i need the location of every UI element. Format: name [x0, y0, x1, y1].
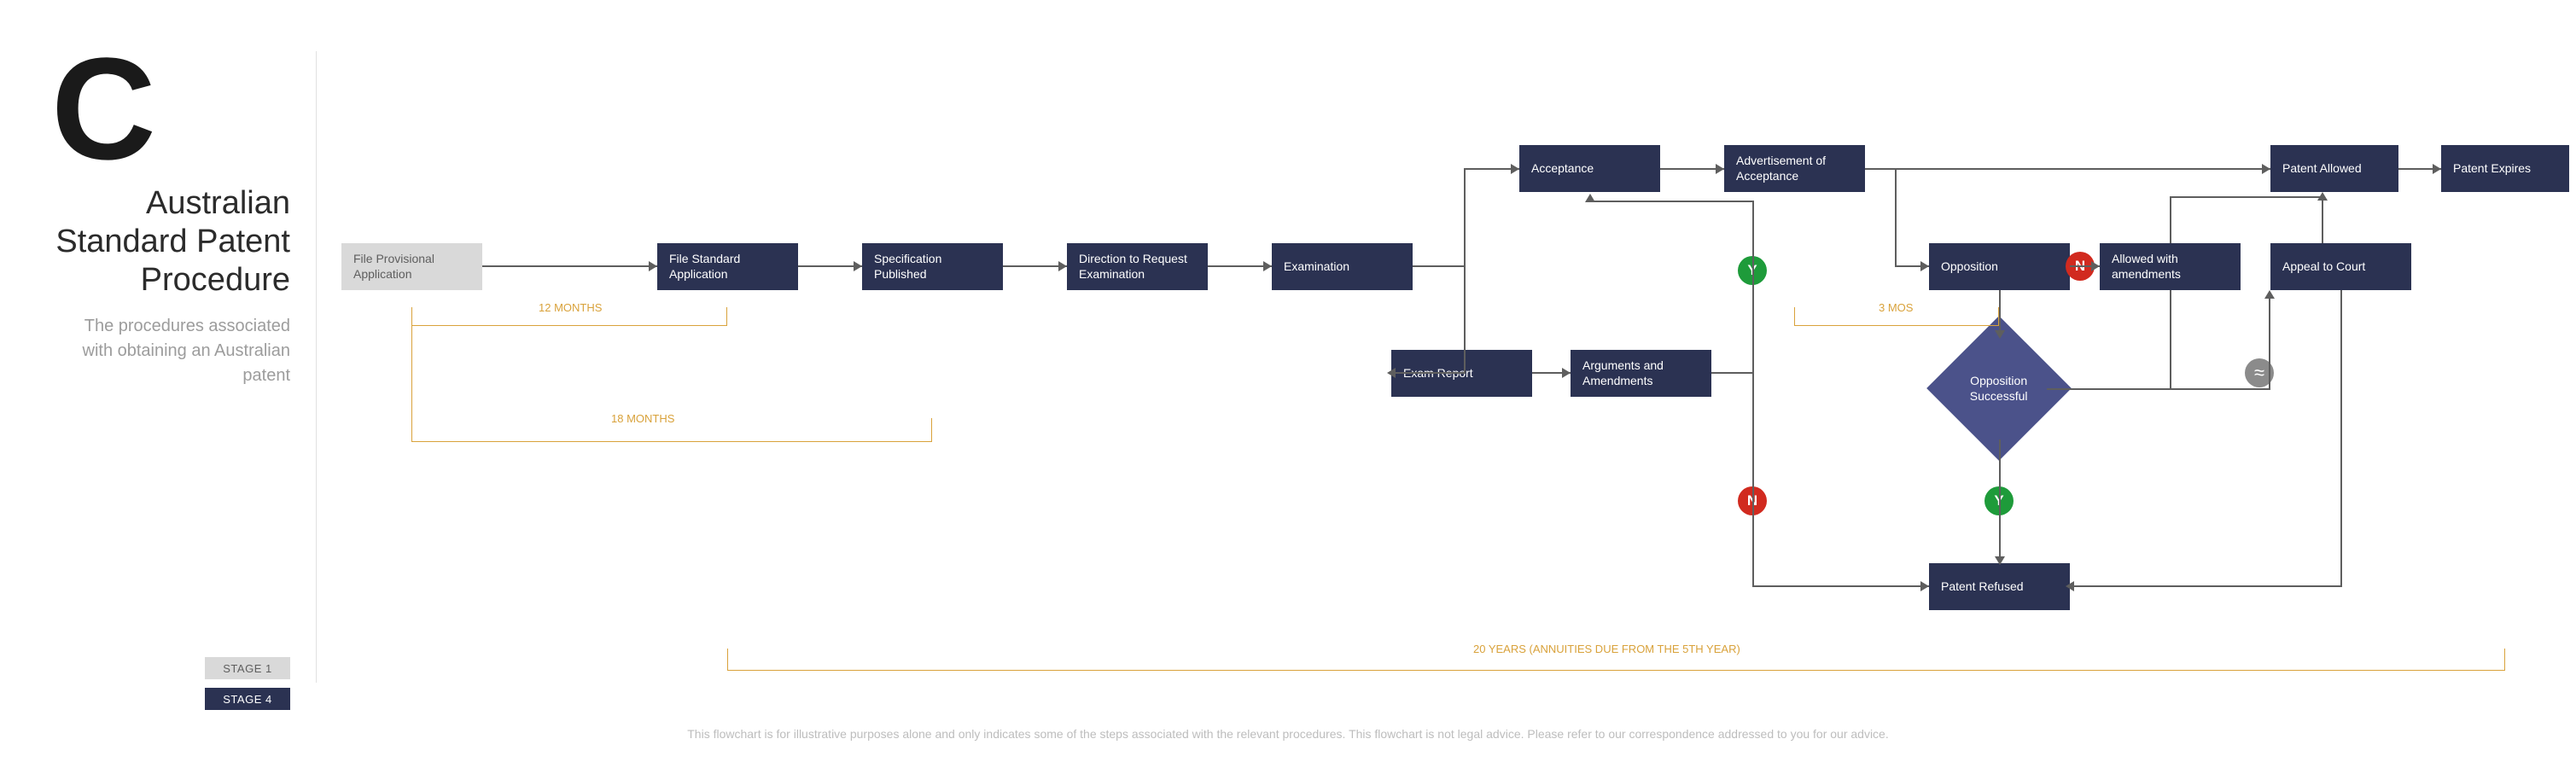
legend: STAGE 1 STAGE 4 [205, 657, 290, 719]
node-spec-published: Specification Published [862, 243, 1003, 290]
arrow [1058, 261, 1067, 271]
side-divider [316, 51, 317, 683]
conn [1391, 372, 1464, 374]
bracket-18m-label: 18 MONTHS [606, 412, 679, 425]
page-subtitle: The procedures associated with obtaining… [51, 314, 290, 388]
node-file-provisional: File Provisional Application [341, 243, 482, 290]
arrow [1562, 368, 1571, 378]
conn [2322, 196, 2323, 243]
conn [1589, 201, 1752, 202]
node-file-standard: File Standard Application [657, 243, 798, 290]
conn [2170, 196, 2322, 198]
bracket-3m-label: 3 MOS [1874, 301, 1918, 314]
conn [2070, 585, 2342, 587]
conn [798, 265, 862, 267]
arrow [1920, 581, 1929, 591]
conn [482, 265, 657, 267]
arrow [1585, 194, 1595, 202]
conn [1711, 372, 1754, 374]
conn [2340, 290, 2342, 587]
bracket-12m-label: 12 MONTHS [533, 301, 607, 314]
arrow [1387, 368, 1396, 378]
arrow [2264, 290, 2275, 299]
conn [1660, 168, 1724, 170]
arrow [854, 261, 862, 271]
page-title: Australian Standard Patent Procedure [51, 184, 290, 299]
conn [1895, 168, 2270, 170]
side-panel: C Australian Standard Patent Procedure T… [51, 51, 290, 388]
arrow [1995, 330, 2005, 339]
node-patent-allowed: Patent Allowed [2270, 145, 2398, 192]
legend-stage1: STAGE 1 [205, 657, 290, 679]
arrow [2091, 261, 2100, 271]
arrow [1995, 556, 2005, 565]
arrow [1920, 261, 1929, 271]
conn [1865, 168, 1897, 170]
conn [1413, 265, 1464, 267]
node-patent-expires: Patent Expires [2441, 145, 2569, 192]
arrow [2262, 164, 2270, 174]
conn [1003, 265, 1067, 267]
conn [2170, 290, 2171, 390]
node-allowed-amendments: Allowed with amendments [2100, 243, 2241, 290]
arrow [2433, 164, 2441, 174]
arrow [2066, 581, 2074, 591]
flowchart-canvas: File Provisional Application File Standa… [341, 51, 2544, 683]
arrow [1716, 164, 1724, 174]
arrow [1511, 164, 1519, 174]
conn [1895, 168, 1897, 267]
section-letter: C [51, 51, 290, 167]
node-direction-request: Direction to Request Examination [1067, 243, 1208, 290]
decision-label: Opposition Successful [1948, 374, 2050, 404]
node-examination: Examination [1272, 243, 1413, 290]
node-advert-acceptance: Advertisement of Acceptance [1724, 145, 1865, 192]
conn [1208, 265, 1272, 267]
conn [2047, 388, 2269, 390]
node-patent-refused: Patent Refused [1929, 563, 2070, 610]
arrow [649, 261, 657, 271]
node-acceptance: Acceptance [1519, 145, 1660, 192]
legend-stage4: STAGE 4 [205, 688, 290, 710]
bracket-20y-label: 20 YEARS (ANNUITIES DUE FROM THE 5TH YEA… [1468, 643, 1746, 655]
conn [2269, 294, 2270, 390]
node-opposition: Opposition [1929, 243, 2070, 290]
conn [1999, 439, 2001, 563]
node-appeal-court: Appeal to Court [2270, 243, 2411, 290]
footer-disclaimer: This flowchart is for illustrative purpo… [0, 727, 2576, 741]
node-arguments-amendments: Arguments and Amendments [1571, 350, 1711, 397]
conn [1464, 168, 1466, 374]
conn [2170, 196, 2171, 243]
conn [1752, 585, 1929, 587]
conn [1752, 201, 1754, 587]
bracket-ext [411, 307, 412, 418]
arrow [1263, 261, 1272, 271]
